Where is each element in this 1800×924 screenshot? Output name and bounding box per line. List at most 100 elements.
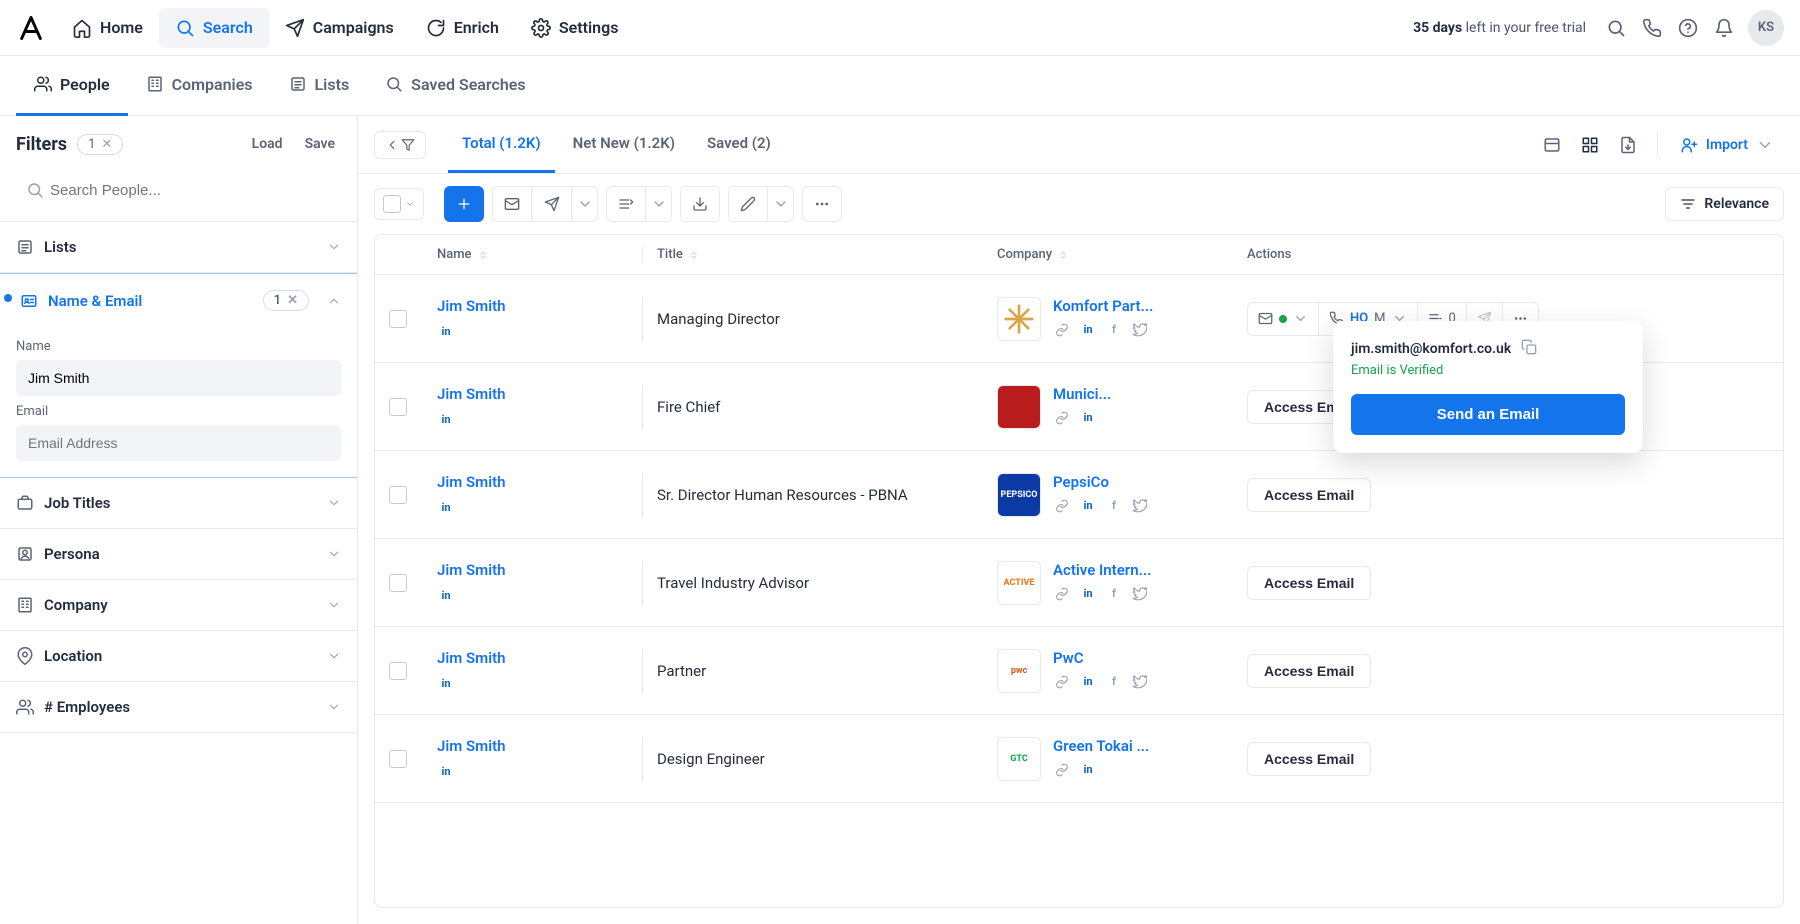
twitter-icon[interactable] (1131, 673, 1149, 691)
linkedin-icon[interactable]: in (1079, 497, 1097, 515)
row-checkbox[interactable] (389, 398, 407, 416)
email-status-button[interactable] (1247, 302, 1319, 336)
copy-email-button[interactable] (1521, 339, 1537, 359)
link-icon[interactable] (1053, 321, 1071, 339)
col-title[interactable]: Title (643, 247, 983, 262)
access-email-button[interactable]: Access Email (1247, 654, 1371, 688)
filter-company[interactable]: Company (0, 580, 357, 630)
row-checkbox[interactable] (389, 310, 407, 328)
subnav-companies[interactable]: Companies (128, 56, 271, 116)
nav-home[interactable]: Home (56, 8, 159, 48)
person-name-link[interactable]: Jim Smith (437, 297, 628, 315)
link-icon[interactable] (1053, 585, 1071, 603)
twitter-icon[interactable] (1131, 321, 1149, 339)
linkedin-icon[interactable]: in (437, 411, 455, 429)
row-checkbox[interactable] (389, 486, 407, 504)
company-link[interactable]: PepsiCo (1053, 473, 1149, 491)
filter-location[interactable]: Location (0, 631, 357, 681)
tab-total[interactable]: Total (1.2K) (448, 116, 555, 173)
tab-saved[interactable]: Saved (2) (693, 116, 785, 173)
more-button[interactable] (802, 186, 842, 222)
linkedin-icon[interactable]: in (437, 587, 455, 605)
subnav-people[interactable]: People (16, 56, 128, 116)
sequence-dropdown[interactable] (646, 186, 672, 222)
view-export-button[interactable] (1611, 128, 1645, 162)
access-email-button[interactable]: Access Email (1247, 742, 1371, 776)
company-link[interactable]: Green Tokai ... (1053, 737, 1149, 755)
linkedin-icon[interactable]: in (1079, 409, 1097, 427)
linkedin-icon[interactable]: in (437, 323, 455, 341)
link-icon[interactable] (1053, 497, 1071, 515)
user-avatar[interactable]: KS (1748, 10, 1784, 46)
facebook-icon[interactable]: f (1105, 585, 1123, 603)
linkedin-icon[interactable]: in (437, 763, 455, 781)
twitter-icon[interactable] (1131, 497, 1149, 515)
row-checkbox[interactable] (389, 662, 407, 680)
search-icon-button[interactable] (1598, 10, 1634, 46)
nav-search[interactable]: Search (159, 8, 269, 48)
search-people-input[interactable] (16, 172, 341, 209)
linkedin-icon[interactable]: in (1079, 761, 1097, 779)
phone-icon-button[interactable] (1634, 10, 1670, 46)
send-button[interactable] (532, 186, 572, 222)
facebook-icon[interactable]: f (1105, 321, 1123, 339)
email-button[interactable] (492, 186, 532, 222)
view-list-button[interactable] (1535, 128, 1569, 162)
person-name-link[interactable]: Jim Smith (437, 737, 628, 755)
twitter-icon[interactable] (1131, 585, 1149, 603)
send-dropdown[interactable] (572, 186, 598, 222)
import-button[interactable]: Import (1670, 130, 1784, 160)
person-name-link[interactable]: Jim Smith (437, 473, 628, 491)
company-link[interactable]: Munici... (1053, 385, 1111, 403)
collapse-sidebar-button[interactable] (374, 131, 426, 159)
sequence-button[interactable] (606, 186, 646, 222)
col-name[interactable]: Name (423, 247, 643, 262)
add-button[interactable] (444, 186, 484, 222)
name-input[interactable] (16, 360, 341, 396)
load-filters-button[interactable]: Load (246, 132, 289, 156)
subnav-lists[interactable]: Lists (271, 56, 368, 116)
row-checkbox[interactable] (389, 750, 407, 768)
edit-dropdown[interactable] (768, 186, 794, 222)
facebook-icon[interactable]: f (1105, 673, 1123, 691)
send-email-button[interactable]: Send an Email (1351, 394, 1625, 435)
row-checkbox[interactable] (389, 574, 407, 592)
view-grid-button[interactable] (1573, 128, 1607, 162)
filter-persona[interactable]: Persona (0, 529, 357, 579)
subnav-saved-searches[interactable]: Saved Searches (367, 56, 543, 116)
company-link[interactable]: Komfort Part... (1053, 297, 1153, 315)
nav-enrich[interactable]: Enrich (410, 8, 515, 48)
person-name-link[interactable]: Jim Smith (437, 649, 628, 667)
facebook-icon[interactable]: f (1105, 497, 1123, 515)
save-filters-button[interactable]: Save (299, 132, 341, 156)
company-link[interactable]: Active Intern... (1053, 561, 1151, 579)
filter-lists[interactable]: Lists (0, 222, 357, 272)
help-icon-button[interactable] (1670, 10, 1706, 46)
download-button[interactable] (680, 186, 720, 222)
filter-employees[interactable]: # Employees (0, 682, 357, 732)
filter-name-email[interactable]: Name & Email 1 ✕ (0, 274, 357, 327)
person-name-link[interactable]: Jim Smith (437, 561, 628, 579)
sort-button[interactable]: Relevance (1665, 187, 1784, 221)
linkedin-icon[interactable]: in (437, 499, 455, 517)
link-icon[interactable] (1053, 761, 1071, 779)
select-all-checkbox[interactable] (374, 188, 424, 220)
nav-campaigns[interactable]: Campaigns (269, 8, 410, 48)
access-email-button[interactable]: Access Email (1247, 566, 1371, 600)
col-company[interactable]: Company (983, 247, 1233, 262)
email-input[interactable] (16, 425, 341, 461)
filter-job-titles[interactable]: Job Titles (0, 478, 357, 528)
company-link[interactable]: PwC (1053, 649, 1149, 667)
nav-settings[interactable]: Settings (515, 8, 635, 48)
linkedin-icon[interactable]: in (1079, 321, 1097, 339)
linkedin-icon[interactable]: in (1079, 585, 1097, 603)
link-icon[interactable] (1053, 673, 1071, 691)
bell-icon-button[interactable] (1706, 10, 1742, 46)
linkedin-icon[interactable]: in (1079, 673, 1097, 691)
clear-name-email-icon[interactable]: ✕ (287, 293, 298, 308)
edit-button[interactable] (728, 186, 768, 222)
linkedin-icon[interactable]: in (437, 675, 455, 693)
clear-filters-icon[interactable]: ✕ (101, 137, 112, 152)
person-name-link[interactable]: Jim Smith (437, 385, 628, 403)
access-email-button[interactable]: Access Email (1247, 478, 1371, 512)
